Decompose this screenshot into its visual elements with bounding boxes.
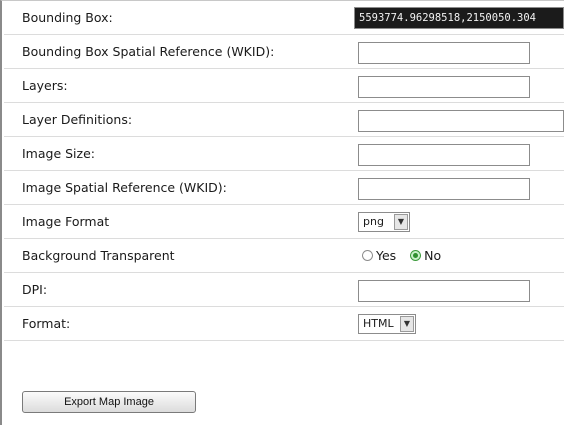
transparent-radio-group: Yes No [362, 239, 451, 272]
row-format: Format: HTML ▼ [4, 307, 564, 341]
dpi-label: DPI: [22, 282, 48, 297]
bounding-box-label: Bounding Box: [22, 10, 113, 25]
dpi-input[interactable] [358, 280, 530, 302]
radio-yes[interactable] [362, 250, 373, 261]
row-layer-definitions: Layer Definitions: [4, 103, 564, 137]
row-background-transparent: Background Transparent Yes No [4, 239, 564, 273]
layer-definitions-input[interactable] [358, 110, 564, 132]
format-value: HTML [363, 317, 394, 330]
row-bbox-sr: Bounding Box Spatial Reference (WKID): [4, 35, 564, 69]
format-label: Format: [22, 316, 71, 331]
image-format-select[interactable]: png ▼ [358, 212, 410, 232]
row-dpi: DPI: [4, 273, 564, 307]
row-layers: Layers: [4, 69, 564, 103]
image-sr-label: Image Spatial Reference (WKID): [22, 180, 227, 195]
image-size-input[interactable] [358, 144, 530, 166]
export-map-form: Bounding Box: 5593774.96298518,2150050.3… [0, 0, 564, 425]
layers-input[interactable] [358, 76, 530, 98]
transparent-yes-option[interactable]: Yes [362, 239, 396, 272]
chevron-down-icon[interactable]: ▼ [400, 316, 414, 332]
bbox-sr-label: Bounding Box Spatial Reference (WKID): [22, 44, 275, 59]
background-transparent-label: Background Transparent [22, 248, 175, 263]
row-image-size: Image Size: [4, 137, 564, 171]
layers-label: Layers: [22, 78, 68, 93]
format-select[interactable]: HTML ▼ [358, 314, 416, 334]
chevron-down-icon[interactable]: ▼ [394, 214, 408, 230]
row-image-format: Image Format png ▼ [4, 205, 564, 239]
bounding-box-input[interactable]: 5593774.96298518,2150050.304 [354, 7, 564, 29]
transparent-no-option[interactable]: No [410, 239, 441, 272]
layer-definitions-label: Layer Definitions: [22, 112, 133, 127]
radio-no-label: No [424, 248, 442, 263]
row-bounding-box: Bounding Box: 5593774.96298518,2150050.3… [4, 1, 564, 35]
image-format-label: Image Format [22, 214, 110, 229]
export-map-image-button[interactable]: Export Map Image [22, 391, 196, 413]
row-image-sr: Image Spatial Reference (WKID): [4, 171, 564, 205]
image-size-label: Image Size: [22, 146, 95, 161]
image-format-value: png [363, 215, 384, 228]
image-sr-input[interactable] [358, 178, 530, 200]
bbox-sr-input[interactable] [358, 42, 530, 64]
radio-yes-label: Yes [376, 248, 397, 263]
radio-no[interactable] [410, 250, 422, 261]
